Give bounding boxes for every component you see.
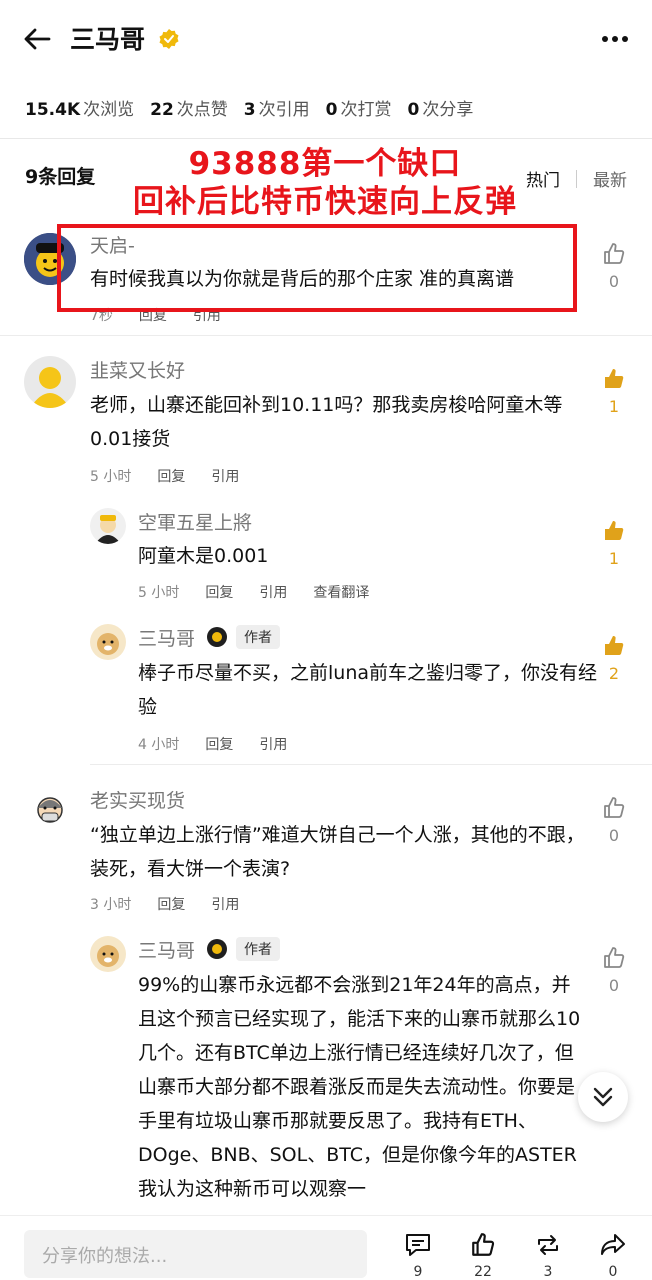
thumbs-up-outline-icon — [604, 797, 625, 818]
comment-meta: 4 小时 回复 引用 — [138, 734, 313, 754]
author-tag: 作者 — [236, 625, 280, 649]
thumbs-up-icon — [472, 1233, 495, 1256]
thumbs-up-outline-icon — [604, 947, 625, 968]
annotation-line-2: 回补后比特币快速向上反弹 — [133, 184, 517, 220]
avatar[interactable] — [24, 356, 76, 408]
stat-shares: 0 次分享 — [407, 100, 474, 120]
scroll-down-button[interactable] — [578, 1072, 628, 1122]
more-options-icon[interactable] — [600, 28, 630, 50]
avatar[interactable] — [90, 624, 126, 660]
annotation-line-1: 93888第一个缺口 — [188, 146, 462, 182]
like-count: 1 — [608, 549, 620, 568]
stat-likes: 22 次点赞 — [150, 100, 228, 120]
stat-quotes: 3 次引用 — [243, 100, 310, 120]
page-title: 三马哥 — [70, 25, 146, 54]
top-bar: 三马哥 — [0, 0, 652, 80]
share-button[interactable]: 0 — [598, 1232, 628, 1280]
reply-button[interactable]: 回复 — [157, 466, 185, 486]
double-chevron-down-icon — [593, 1087, 613, 1107]
reply-button[interactable]: 回复 — [205, 734, 233, 754]
comment-author[interactable]: 三马哥 — [138, 936, 195, 963]
divider — [0, 138, 652, 139]
divider — [90, 764, 652, 765]
verified-badge-icon — [159, 29, 179, 49]
comment-time: 5 小时 — [138, 585, 180, 601]
avatar[interactable] — [90, 508, 126, 544]
divider — [0, 335, 652, 336]
translate-button[interactable]: 查看翻译 — [313, 582, 369, 602]
avatar[interactable] — [90, 936, 126, 972]
like-count: 2 — [608, 664, 620, 683]
comment-author[interactable]: 空軍五星上將 — [138, 508, 252, 535]
reply-count: 9条回复 — [25, 166, 96, 188]
thumbs-up-filled-icon — [605, 369, 624, 388]
comment-input[interactable]: 分享你的想法... — [24, 1230, 367, 1278]
comment-meta: 5 小时 回复 引用 — [90, 466, 265, 486]
reposts-count: 3 — [543, 1264, 553, 1280]
comments-button[interactable]: 9 — [403, 1232, 433, 1280]
quote-button[interactable]: 引用 — [211, 894, 239, 914]
sort-separator — [576, 169, 577, 188]
thumbs-up-filled-icon — [605, 521, 624, 540]
comment-author[interactable]: 韭菜又长好 — [90, 356, 185, 383]
share-icon — [601, 1234, 625, 1255]
quote-button[interactable]: 引用 — [211, 466, 239, 486]
likes-count: 22 — [474, 1264, 492, 1280]
bottom-bar: 分享你的想法... 9 22 3 0 — [0, 1215, 652, 1280]
badge-icon — [207, 627, 227, 647]
like-count: 0 — [608, 826, 620, 845]
reply-button[interactable]: 回复 — [157, 894, 185, 914]
repost-button[interactable]: 3 — [533, 1232, 563, 1280]
quote-button[interactable]: 引用 — [259, 734, 287, 754]
back-arrow-icon[interactable] — [22, 24, 52, 54]
stat-views: 15.4K 次浏览 — [25, 100, 135, 120]
comments-count: 9 — [413, 1264, 423, 1280]
like-count: 1 — [608, 397, 620, 416]
comment-time: 5 小时 — [90, 469, 132, 485]
comment-text: “独立单边上涨行情”难道大饼自己一个人涨，其他的不跟，装死，看大饼一个表演? — [90, 824, 585, 880]
like-button[interactable]: 0 — [599, 946, 629, 995]
thumbs-up-outline-icon — [604, 243, 625, 264]
badge-icon — [207, 939, 227, 959]
annotation-highlight-box — [57, 224, 577, 312]
comment-text: 阿童木是0.001 — [138, 545, 269, 567]
annotation-overlay: 93888第一个缺口 回补后比特币快速向上反弹 — [110, 145, 540, 221]
post-stats: 15.4K 次浏览 22 次点赞 3 次引用 0 次打赏 0 次分享 — [25, 95, 489, 120]
comment-time: 3 小时 — [90, 897, 132, 913]
comment-meta: 5 小时 回复 引用 查看翻译 — [138, 582, 395, 602]
thumbs-up-filled-icon — [605, 636, 624, 655]
comment-text: 老师，山寨还能回补到10.11吗？那我卖房梭哈阿童木等0.01接货 — [90, 394, 563, 450]
reply-button[interactable]: 回复 — [205, 582, 233, 602]
avatar[interactable] — [24, 786, 76, 838]
comment-icon — [406, 1234, 430, 1256]
like-button[interactable]: 0 — [599, 796, 629, 845]
like-button[interactable]: 1 — [599, 519, 629, 568]
comment-author[interactable]: 三马哥 — [138, 624, 195, 651]
like-count: 0 — [608, 272, 620, 291]
like-count: 0 — [608, 976, 620, 995]
shares-count: 0 — [608, 1264, 618, 1280]
comment-time: 4 小时 — [138, 737, 180, 753]
comment-author[interactable]: 老实买现货 — [90, 786, 185, 813]
like-button[interactable]: 0 — [599, 242, 629, 291]
comment-text: 99%的山寨币永远都不会涨到21年24年的高点，并且这个预言已经实现了，能活下来… — [138, 974, 581, 1200]
like-button[interactable]: 2 — [599, 634, 629, 683]
sort-new-tab[interactable]: 最新 — [593, 166, 627, 191]
sort-tabs: 热门 最新 — [526, 166, 627, 191]
like-button[interactable]: 1 — [599, 367, 629, 416]
quote-button[interactable]: 引用 — [259, 582, 287, 602]
stat-tips: 0 次打赏 — [325, 100, 392, 120]
comment-meta: 3 小时 回复 引用 — [90, 894, 265, 914]
comment-text: 棒子币尽量不买，之前luna前车之鉴归零了，你没有经验 — [138, 662, 598, 718]
like-post-button[interactable]: 22 — [468, 1232, 498, 1280]
repost-icon — [538, 1235, 558, 1255]
author-tag: 作者 — [236, 937, 280, 961]
